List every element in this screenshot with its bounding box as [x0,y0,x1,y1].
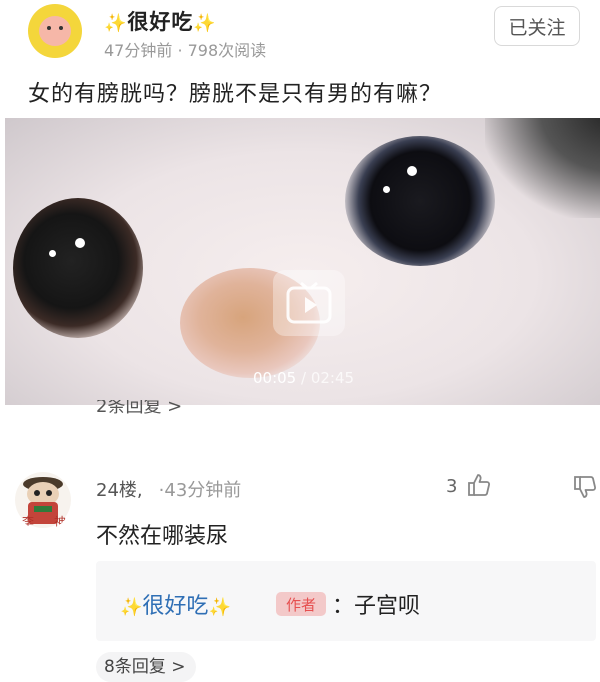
post-question: 女的有膀胱吗？膀胱不是只有男的有嘛？ [28,82,443,107]
svg-text:李: 李 [22,514,34,529]
reply-count-link[interactable]: 2条回复 > [96,400,206,422]
avatar-face [39,16,71,46]
thumbs-up-icon[interactable] [466,472,492,502]
avatar-eye [59,26,63,30]
like-count: 3 [446,476,458,497]
video-player[interactable]: 00:05 / 02:45 [5,118,600,405]
comment-text: 不然在哪装尿 [96,524,229,549]
sparkle-icon: ✨ [120,597,143,618]
play-icon[interactable] [273,270,345,336]
sparkle-icon: ✨ [104,13,128,34]
video-current-time: 00:05 [253,369,297,387]
sparkle-icon: ✨ [208,597,231,618]
video-total-time: 02:45 [310,369,355,387]
reply-author[interactable]: ✨很好吃✨ [120,588,231,620]
reply-author-name: 很好吃 [142,594,209,619]
reply-text: ：子宫呗 [332,594,421,619]
video-frame-shadow [485,118,600,218]
comment-header: 24楼, ·43分钟前 [96,476,241,502]
video-time: 00:05 / 02:45 [253,369,355,387]
more-replies-button[interactable]: 8条回复 > [96,652,196,682]
commenter-avatar[interactable]: 李 神 [14,470,72,530]
cat-eye-left [13,198,143,338]
author-name-text: 很好吃 [127,10,194,34]
thumbs-down-icon[interactable] [572,474,598,504]
follow-button[interactable]: 已关注 [494,6,580,46]
svg-text:神: 神 [54,515,66,529]
author-avatar[interactable] [28,4,82,58]
comment-time: ·43分钟前 [158,480,242,501]
author-badge: 作者 [276,592,326,616]
comment-floor: 24楼, [96,480,143,501]
avatar-eye [47,26,51,30]
author-name[interactable]: ✨很好吃✨ [104,6,217,36]
sparkle-icon: ✨ [193,13,217,34]
post-meta: 47分钟前 · 798次阅读 [104,41,267,60]
cat-eye-right [345,136,495,266]
